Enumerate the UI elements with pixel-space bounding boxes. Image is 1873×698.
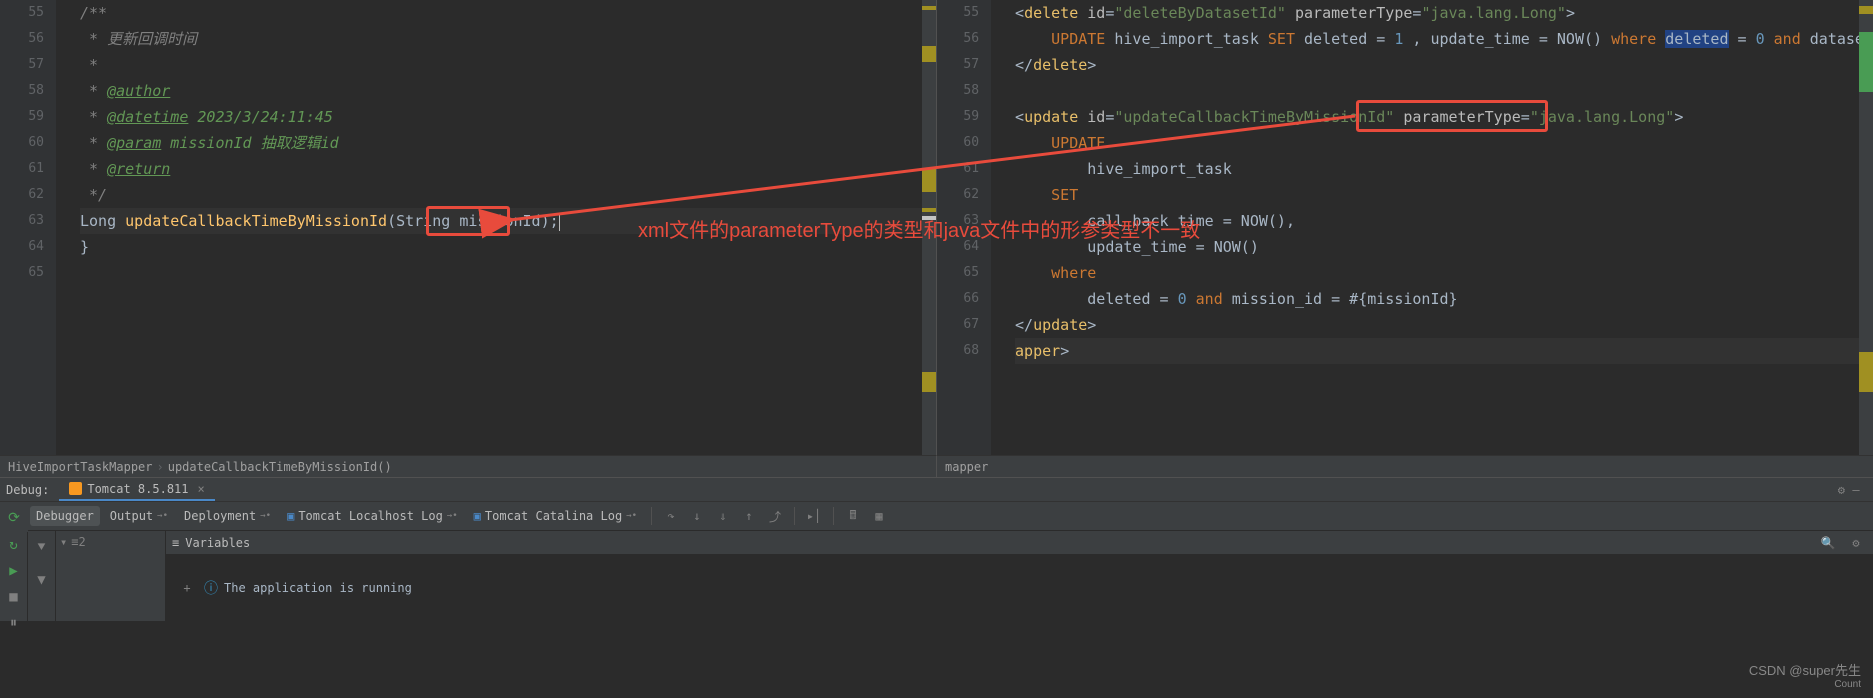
right-editor-pane[interactable]: 5556575859606162636465666768 <delete id=… (936, 0, 1873, 455)
breadcrumb-class[interactable]: HiveImportTaskMapper (8, 460, 153, 474)
divider (651, 507, 652, 525)
right-breadcrumb[interactable]: mapper (936, 455, 1873, 477)
evaluate-icon[interactable]: 🖩 (842, 505, 864, 527)
frames-toolbar: ⯆ ▼ (28, 531, 56, 621)
debug-side-toolbar: ↻ ▶ ■ ⏸ (0, 531, 28, 621)
right-gutter: 5556575859606162636465666768 (937, 0, 991, 455)
deployment-tab[interactable]: Deployment→• (178, 506, 277, 526)
frames-dropdown-icon[interactable]: ⯆ (31, 537, 53, 559)
divider (833, 507, 834, 525)
localhost-log-tab[interactable]: ▣Tomcat Localhost Log→• (281, 506, 464, 526)
filter-icon[interactable]: ▼ (31, 569, 53, 591)
frames-panel[interactable]: ▾ ≡2 (56, 531, 166, 621)
gear-icon[interactable]: ⚙ (1838, 483, 1845, 497)
catalina-log-tab[interactable]: ▣Tomcat Catalina Log→• (468, 506, 643, 526)
right-code[interactable]: <delete id="deleteByDatasetId" parameter… (991, 0, 1873, 455)
left-editor-pane[interactable]: 5556575859606162636465 /** * 更新回调时间 * * … (0, 0, 936, 455)
editor-split: 5556575859606162636465 /** * 更新回调时间 * * … (0, 0, 1873, 455)
hide-icon[interactable]: — (1845, 479, 1867, 501)
left-scrollbar[interactable] (922, 0, 936, 455)
drop-frame-icon[interactable]: ⤴ (764, 505, 786, 527)
stop-icon[interactable]: ■ (3, 589, 25, 605)
debug-label: Debug: (6, 483, 49, 497)
add-watch-icon[interactable]: + (176, 577, 198, 599)
left-gutter: 5556575859606162636465 (0, 0, 56, 455)
variables-panel: ≡ Variables 🔍 ⚙ + ⓘ The application is r… (166, 531, 1873, 621)
trace-icon[interactable]: ▦ (868, 505, 890, 527)
breadcrumb-sep: › (157, 460, 164, 474)
pause-icon[interactable]: ⏸ (3, 615, 25, 631)
info-icon: ⓘ (204, 578, 218, 598)
divider (794, 507, 795, 525)
run-to-cursor-icon[interactable]: ▸│ (803, 505, 825, 527)
breadcrumb-mapper[interactable]: mapper (945, 460, 988, 474)
watermark: CSDN @super先生 Count (1749, 660, 1861, 690)
restart-icon[interactable]: ⟳ (3, 507, 25, 529)
right-scrollbar[interactable] (1859, 0, 1873, 455)
resume-icon[interactable]: ▶ (3, 563, 25, 579)
search-icon[interactable]: 🔍 (1817, 532, 1839, 554)
breadcrumbs-row: HiveImportTaskMapper › updateCallbackTim… (0, 455, 1873, 477)
thread-selector[interactable]: ▾ (60, 535, 67, 549)
debugger-tab[interactable]: Debugger (30, 506, 100, 526)
left-breadcrumb[interactable]: HiveImportTaskMapper › updateCallbackTim… (0, 455, 936, 477)
run-tabbar: Debug: Tomcat 8.5.811 × ⚙ — (0, 477, 1873, 502)
close-icon[interactable]: × (198, 482, 205, 496)
force-step-into-icon[interactable]: ⇓ (712, 505, 734, 527)
variables-body[interactable]: + ⓘ The application is running (166, 555, 1873, 621)
step-out-icon[interactable]: ↑ (738, 505, 760, 527)
tomcat-icon (69, 482, 82, 495)
settings-icon[interactable]: ⚙ (1845, 532, 1867, 554)
debug-tabs-row: Debugger Output→• Deployment→• ▣Tomcat L… (0, 502, 1873, 531)
step-over-icon[interactable]: ↷ (660, 505, 682, 527)
step-into-icon[interactable]: ↓ (686, 505, 708, 527)
variables-header: ≡ Variables 🔍 ⚙ (166, 531, 1873, 555)
layout-icon[interactable]: ≡ (172, 536, 179, 550)
status-text: The application is running (224, 581, 412, 595)
breadcrumb-method[interactable]: updateCallbackTimeByMissionId() (168, 460, 392, 474)
debug-body: ↻ ▶ ■ ⏸ ⯆ ▼ ▾ ≡2 ≡ Variables 🔍 ⚙ + ⓘ The… (0, 531, 1873, 621)
rerun-icon[interactable]: ↻ (3, 537, 25, 553)
output-tab[interactable]: Output→• (104, 506, 174, 526)
restart-toolbar: ⟳ (0, 503, 28, 532)
tomcat-tab[interactable]: Tomcat 8.5.811 × (59, 479, 214, 501)
left-code[interactable]: /** * 更新回调时间 * * @author * @datetime 202… (56, 0, 936, 455)
